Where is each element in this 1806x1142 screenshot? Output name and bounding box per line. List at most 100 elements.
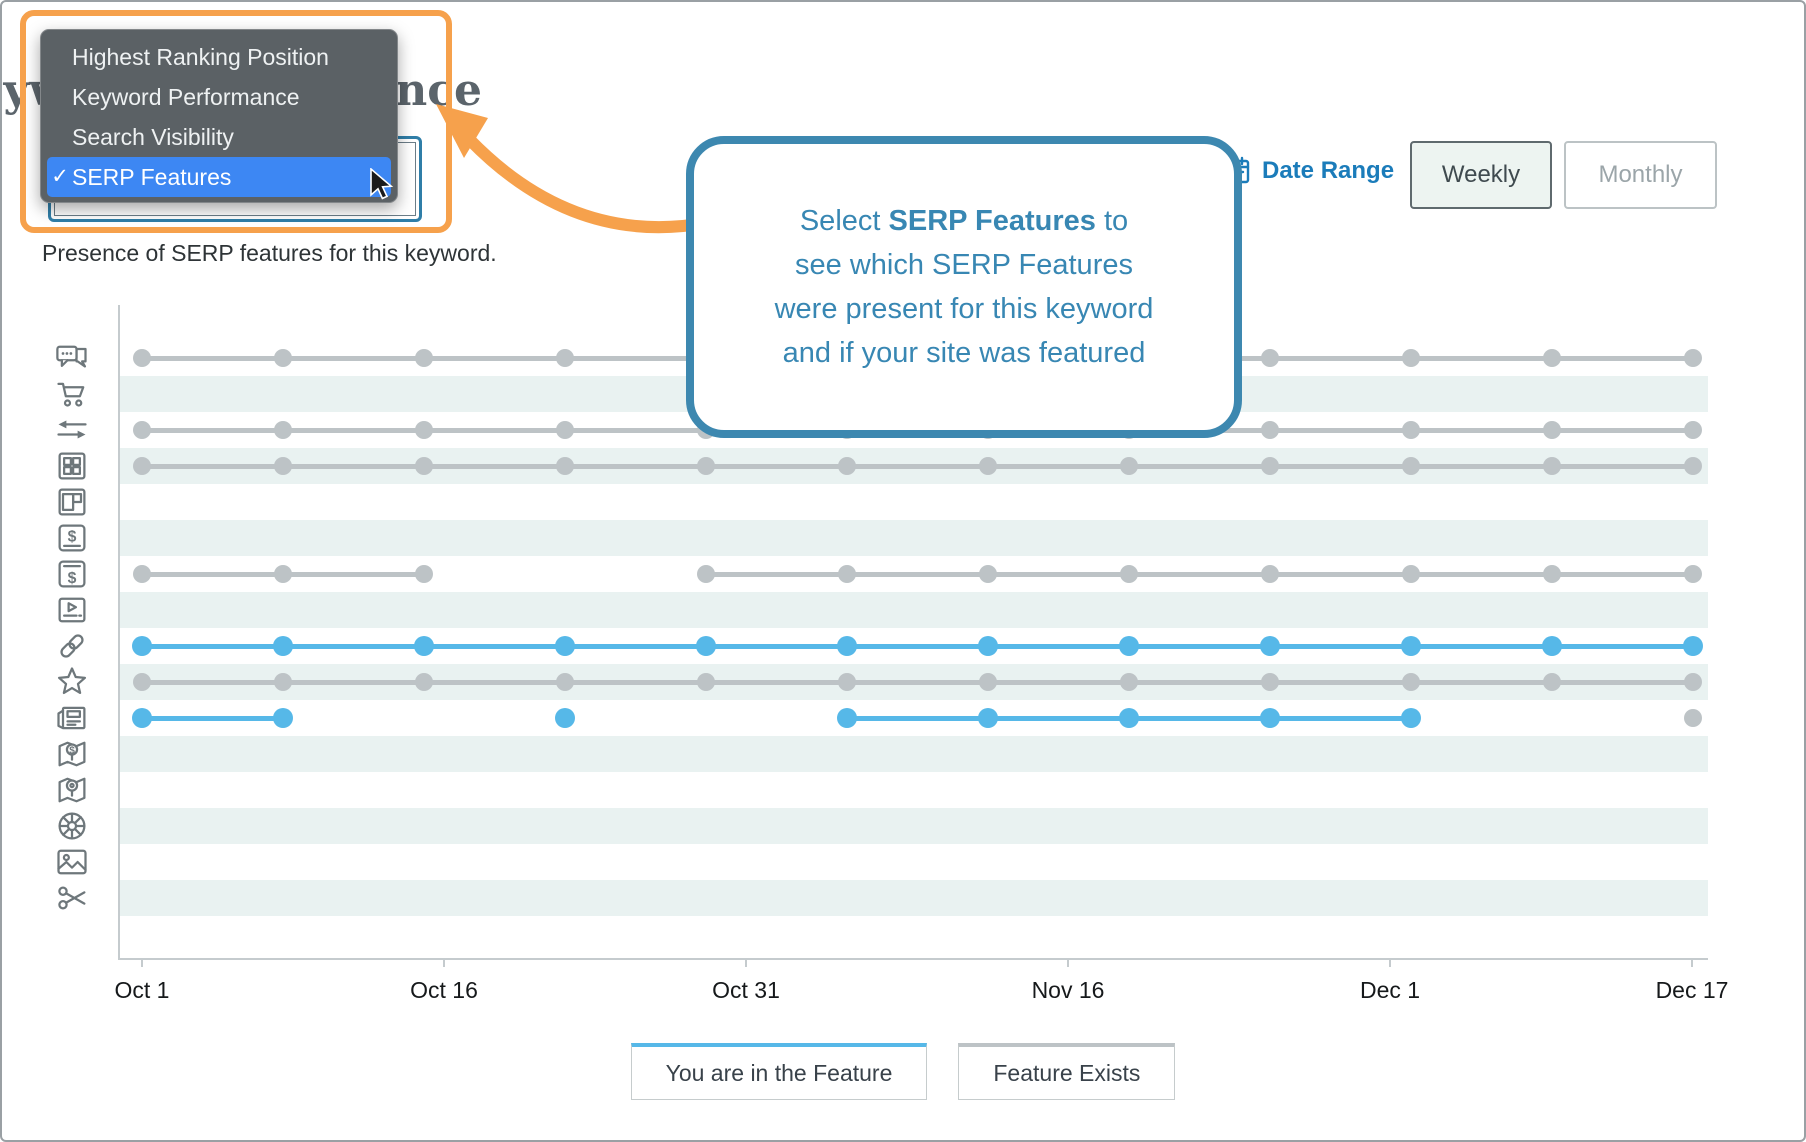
data-point	[556, 349, 574, 367]
checkmark-icon: ✓	[50, 157, 70, 197]
carousel-icon	[54, 808, 90, 844]
callout-line: Select SERP Features to	[800, 199, 1128, 243]
data-point	[133, 349, 151, 367]
moz-serp-features-screen: Keyword Performance Presence of SERP fea…	[0, 0, 1806, 1142]
data-point	[1120, 673, 1138, 691]
data-point	[556, 457, 574, 475]
x-axis-label: Dec 1	[1330, 977, 1450, 1004]
row-stripe	[120, 808, 1708, 844]
image-pack-segment	[142, 464, 1693, 469]
data-point	[414, 636, 434, 656]
data-point	[1543, 349, 1561, 367]
axis-tick	[1389, 958, 1391, 967]
svg-text:$: $	[68, 570, 77, 587]
data-point	[274, 673, 292, 691]
data-point	[274, 349, 292, 367]
svg-text:$: $	[69, 745, 75, 756]
data-point	[133, 421, 151, 439]
local-teaser-icon: $	[54, 736, 90, 772]
related-searches-icon	[54, 412, 90, 448]
data-point	[697, 673, 715, 691]
image-grid-icon	[54, 448, 90, 484]
monthly-button[interactable]: Monthly	[1564, 141, 1717, 209]
data-point	[838, 673, 856, 691]
data-point	[979, 673, 997, 691]
data-point	[1402, 349, 1420, 367]
x-axis-label: Oct 1	[82, 977, 202, 1004]
dropdown-item-serp-features[interactable]: ✓SERP Features	[47, 157, 391, 197]
date-range-label: Date Range	[1262, 157, 1394, 185]
chart-subtitle: Presence of SERP features for this keywo…	[42, 240, 497, 267]
data-point	[133, 565, 151, 583]
data-point	[1542, 636, 1562, 656]
row-stripe	[120, 880, 1708, 916]
data-point	[1684, 457, 1702, 475]
news-pack-segment	[142, 716, 283, 721]
data-point	[1543, 457, 1561, 475]
shopping-cart-icon	[54, 376, 90, 412]
dropdown-item-label: Keyword Performance	[72, 84, 300, 110]
data-point	[1402, 565, 1420, 583]
data-point	[1402, 673, 1420, 691]
data-point	[697, 457, 715, 475]
data-point	[1260, 708, 1280, 728]
data-point	[1683, 636, 1703, 656]
data-point	[697, 565, 715, 583]
data-point	[1261, 457, 1279, 475]
data-point	[415, 673, 433, 691]
axis-tick	[745, 958, 747, 967]
data-point	[1543, 673, 1561, 691]
data-point	[1120, 565, 1138, 583]
metric-dropdown-menu: Highest Ranking Position Keyword Performa…	[40, 29, 398, 203]
data-point	[979, 565, 997, 583]
reviews-icon	[54, 664, 90, 700]
chart-legend: You are in the Feature Feature Exists	[0, 1043, 1806, 1100]
callout-line: were present for this keyword	[775, 287, 1154, 331]
x-axis-label: Oct 31	[686, 977, 806, 1004]
data-point	[415, 565, 433, 583]
featured-snippet-icon	[54, 880, 90, 916]
data-point	[133, 457, 151, 475]
data-point	[1684, 673, 1702, 691]
axis-tick	[1067, 958, 1069, 967]
x-axis-label: Dec 17	[1632, 977, 1752, 1004]
data-point	[1402, 421, 1420, 439]
data-point	[837, 636, 857, 656]
data-point	[1402, 457, 1420, 475]
date-range-control[interactable]: Date Range	[1220, 155, 1394, 187]
dropdown-item-search-visibility[interactable]: Search Visibility	[41, 117, 397, 157]
data-point	[1401, 708, 1421, 728]
data-point	[1543, 565, 1561, 583]
sitelinks-segment	[142, 644, 1693, 649]
image-photo-icon	[54, 844, 90, 880]
data-point	[837, 708, 857, 728]
data-point	[1119, 636, 1139, 656]
legend-feature-exists-label: Feature Exists	[993, 1060, 1140, 1087]
data-point	[1684, 565, 1702, 583]
adwords-top-icon: $	[54, 520, 90, 556]
x-axis-label: Nov 16	[1008, 977, 1128, 1004]
mouse-cursor	[368, 168, 400, 202]
data-point	[415, 457, 433, 475]
data-point	[1261, 349, 1279, 367]
x-axis-label: Oct 16	[384, 977, 504, 1004]
data-point	[978, 708, 998, 728]
data-point	[838, 565, 856, 583]
data-point	[555, 636, 575, 656]
data-point	[1684, 349, 1702, 367]
data-point	[1261, 673, 1279, 691]
legend-you-are-in-feature[interactable]: You are in the Feature	[631, 1043, 928, 1100]
data-point	[696, 636, 716, 656]
data-point	[978, 636, 998, 656]
weekly-button[interactable]: Weekly	[1410, 141, 1552, 209]
axis-tick	[1691, 958, 1693, 967]
dropdown-item-highest-ranking-position[interactable]: Highest Ranking Position	[41, 37, 397, 77]
data-point	[1260, 636, 1280, 656]
dropdown-item-keyword-performance[interactable]: Keyword Performance	[41, 77, 397, 117]
legend-feature-exists[interactable]: Feature Exists	[958, 1043, 1175, 1100]
dropdown-item-label: Highest Ranking Position	[72, 44, 329, 70]
dropdown-item-label: Search Visibility	[72, 124, 234, 150]
data-point	[132, 708, 152, 728]
callout-line: see which SERP Features	[795, 243, 1133, 287]
adwords-bottom-icon: $	[54, 556, 90, 592]
